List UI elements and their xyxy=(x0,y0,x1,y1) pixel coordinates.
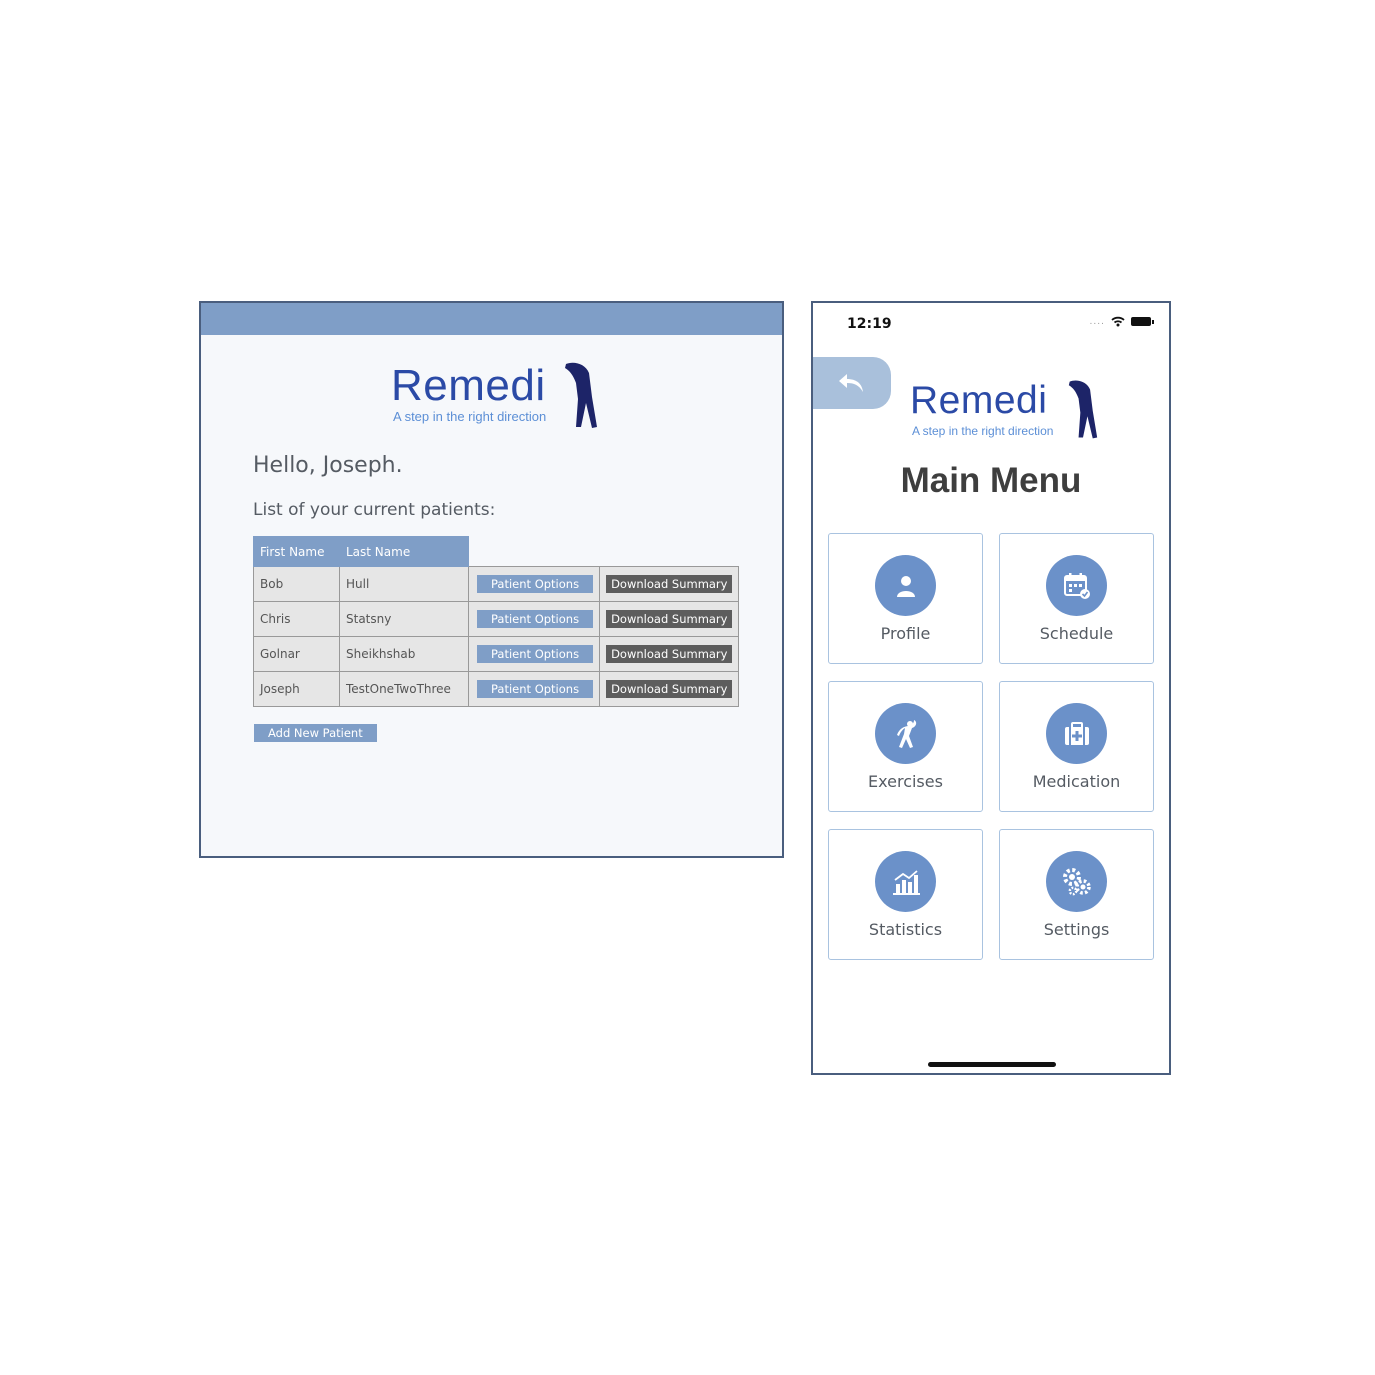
gears-icon xyxy=(1062,867,1091,895)
phone-screen: 12:19 .... Remedi A step in the right di… xyxy=(811,301,1171,1075)
logo-tagline: A step in the right direction xyxy=(393,409,547,424)
person-icon xyxy=(896,575,915,597)
table-row: Bob Hull Patient Options Download Summar… xyxy=(253,566,740,602)
stretching-figure-icon xyxy=(1068,380,1098,439)
patient-options-button[interactable]: Patient Options xyxy=(477,610,594,628)
main-menu-title: Main Menu xyxy=(900,461,1082,500)
bar-chart-icon xyxy=(892,869,920,895)
desktop-window: Remedi A step in the right direction Hel… xyxy=(199,301,784,858)
table-header-row: First Name Last Name xyxy=(253,536,739,567)
wifi-icon xyxy=(1111,316,1125,327)
column-header-last-name: Last Name xyxy=(339,536,469,567)
logo-wordmark: Remedi xyxy=(910,379,1048,422)
first-aid-kit-icon xyxy=(1064,721,1089,745)
tile-label: Exercises xyxy=(868,772,943,791)
logo-tagline: A step in the right direction xyxy=(912,424,1054,438)
patient-options-button[interactable]: Patient Options xyxy=(477,575,594,593)
calendar-icon xyxy=(1063,572,1090,599)
column-header-first-name: First Name xyxy=(253,536,340,567)
stretch-icon xyxy=(896,719,916,748)
first-name-cell: Bob xyxy=(253,566,340,602)
table-row: Golnar Sheikhshab Patient Options Downlo… xyxy=(253,636,740,672)
patients-table: First Name Last Name Bob Hull Patient Op… xyxy=(253,536,740,707)
remedi-logo: Remedi A step in the right direction xyxy=(391,361,606,431)
battery-icon xyxy=(1131,317,1154,326)
last-name-cell: TestOneTwoThree xyxy=(339,671,469,707)
status-time: 12:19 xyxy=(847,316,892,332)
download-summary-button[interactable]: Download Summary xyxy=(606,645,733,663)
last-name-cell: Statsny xyxy=(339,601,469,637)
patient-options-button[interactable]: Patient Options xyxy=(477,680,594,698)
tile-label: Profile xyxy=(880,624,931,643)
statistics-tile[interactable]: Statistics xyxy=(828,829,983,960)
add-new-patient-button[interactable]: Add New Patient xyxy=(254,724,377,742)
tile-label: Statistics xyxy=(868,920,943,939)
patient-list-label: List of your current patients: xyxy=(253,500,496,520)
first-name-cell: Chris xyxy=(253,601,340,637)
settings-tile[interactable]: Settings xyxy=(999,829,1154,960)
stretching-figure-icon xyxy=(565,362,597,428)
patient-options-button[interactable]: Patient Options xyxy=(477,645,594,663)
first-name-cell: Golnar xyxy=(253,636,340,672)
status-icons: .... xyxy=(1089,316,1154,327)
tile-label: Schedule xyxy=(1039,624,1114,643)
back-arrow-icon xyxy=(839,374,863,392)
remedi-logo: Remedi A step in the right direction xyxy=(910,379,1110,441)
signal-icon: .... xyxy=(1089,316,1105,327)
download-summary-button[interactable]: Download Summary xyxy=(606,610,733,628)
last-name-cell: Sheikhshab xyxy=(339,636,469,672)
table-row: Chris Statsny Patient Options Download S… xyxy=(253,601,740,637)
last-name-cell: Hull xyxy=(339,566,469,602)
profile-tile[interactable]: Profile xyxy=(828,533,983,664)
home-indicator[interactable] xyxy=(928,1062,1056,1067)
first-name-cell: Joseph xyxy=(253,671,340,707)
back-button[interactable] xyxy=(813,357,891,409)
table-row: Joseph TestOneTwoThree Patient Options D… xyxy=(253,671,740,707)
download-summary-button[interactable]: Download Summary xyxy=(606,680,733,698)
medication-tile[interactable]: Medication xyxy=(999,681,1154,812)
tile-label: Medication xyxy=(1032,772,1121,791)
logo-wordmark: Remedi xyxy=(391,361,546,410)
tile-label: Settings xyxy=(1043,920,1110,939)
greeting: Hello, Joseph. xyxy=(253,453,403,478)
download-summary-button[interactable]: Download Summary xyxy=(606,575,733,593)
exercises-tile[interactable]: Exercises xyxy=(828,681,983,812)
schedule-tile[interactable]: Schedule xyxy=(999,533,1154,664)
top-bar xyxy=(201,303,782,335)
